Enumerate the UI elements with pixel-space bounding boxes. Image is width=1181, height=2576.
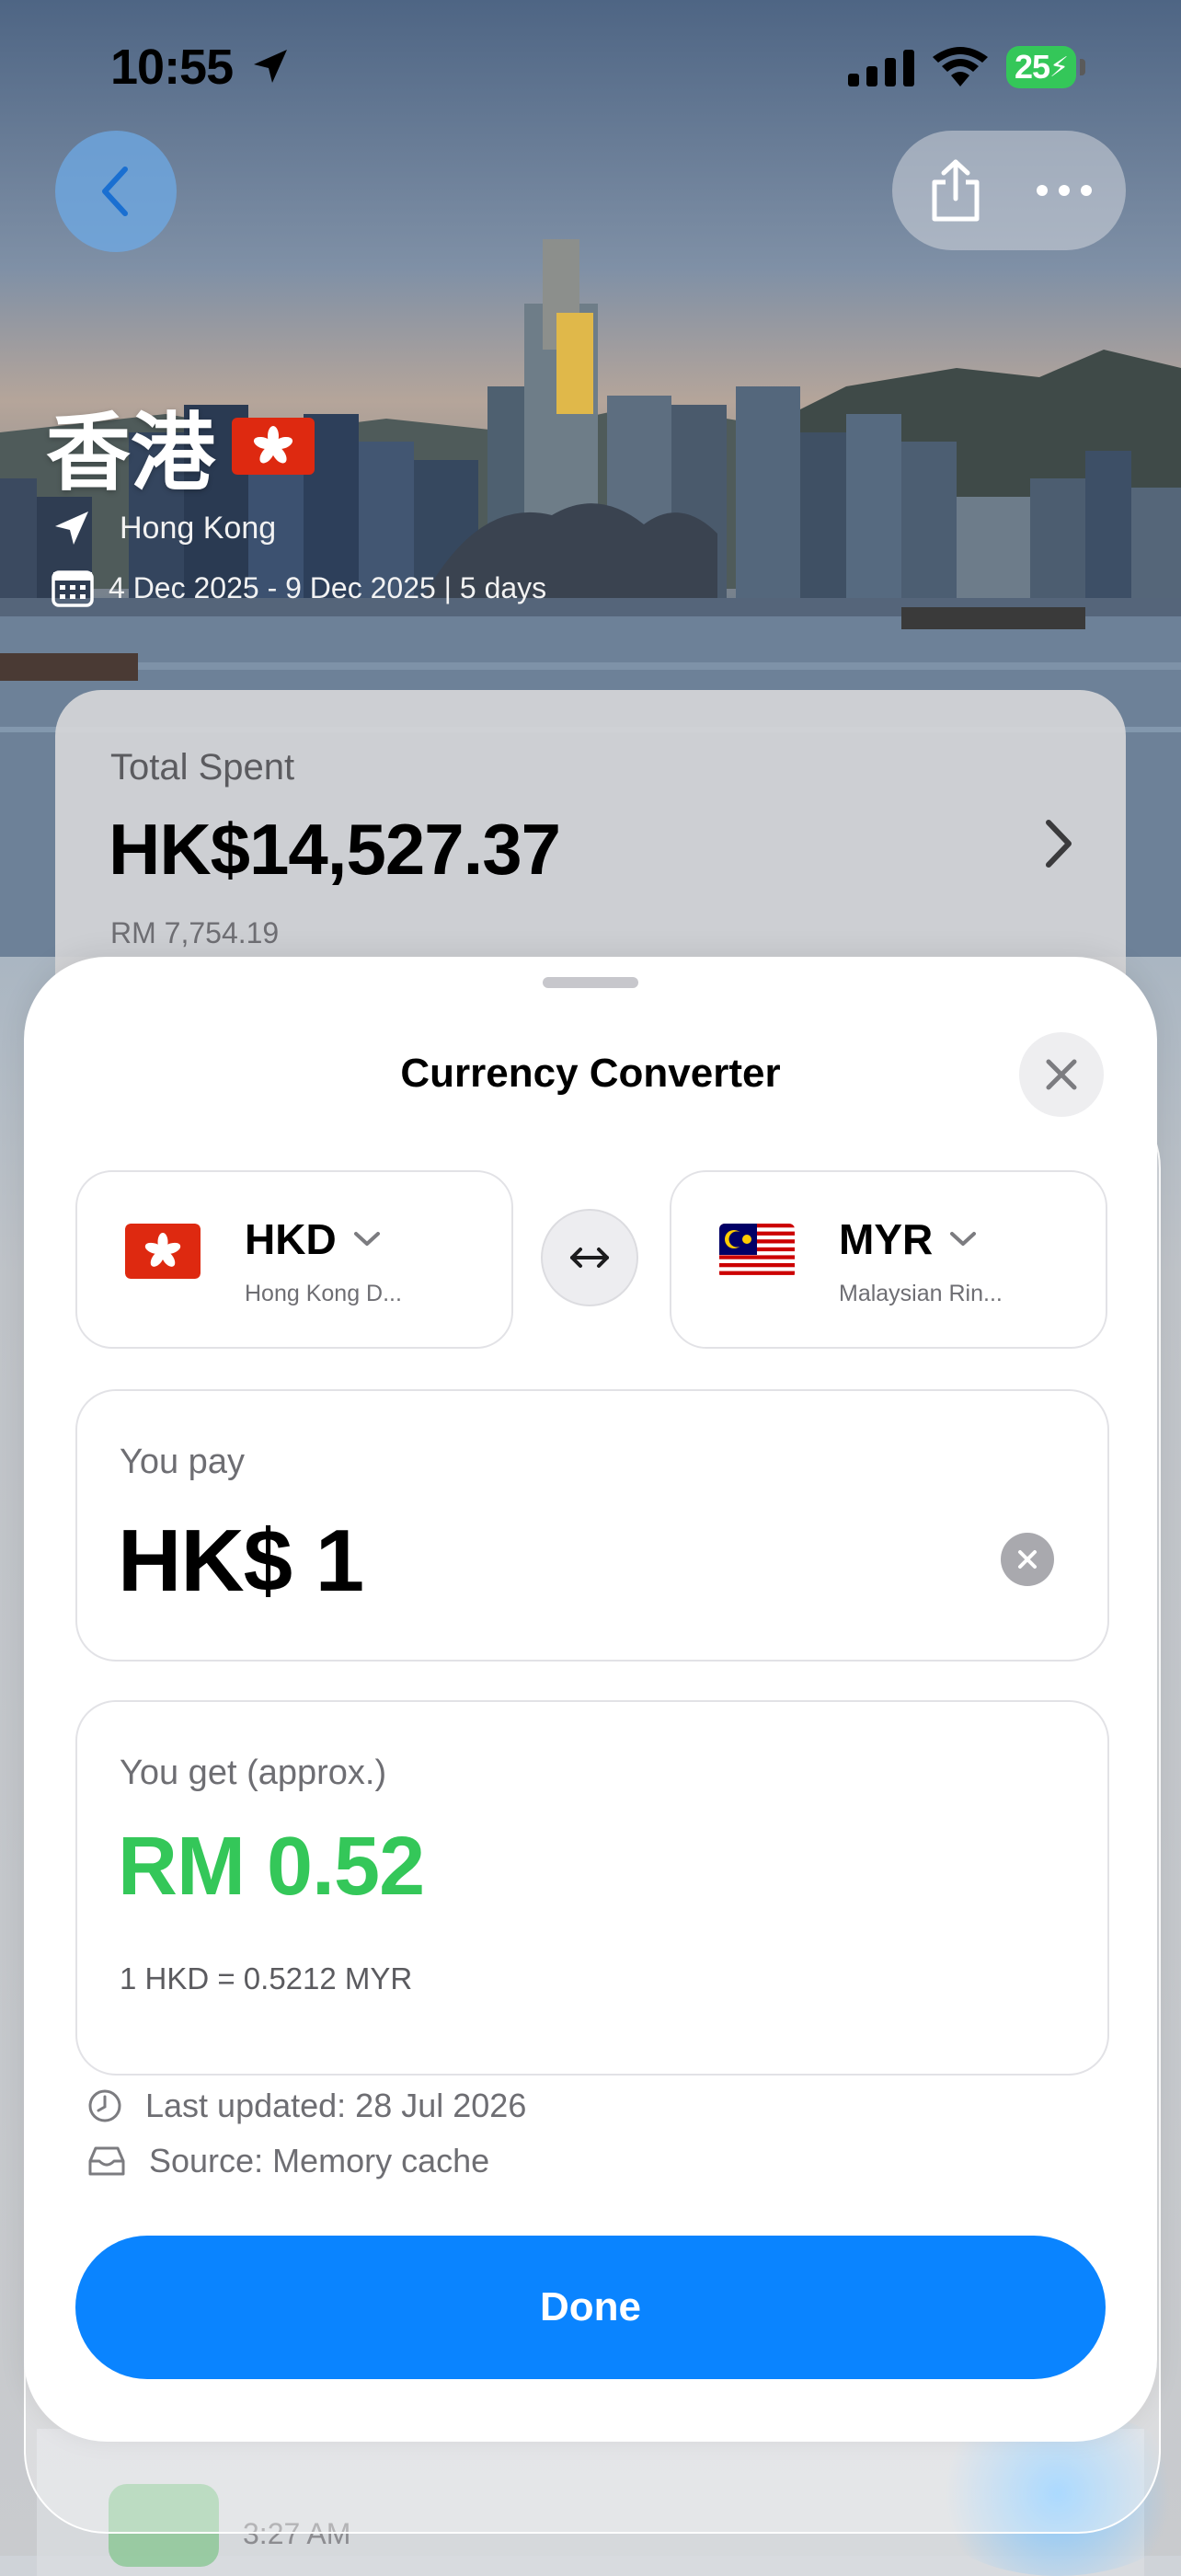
- trip-location: Hong Kong: [52, 508, 276, 548]
- more-horizontal-icon: [1037, 185, 1092, 196]
- to-currency-code: MYR: [839, 1214, 977, 1264]
- pay-amount-field[interactable]: You pay HK$ 1: [75, 1389, 1109, 1662]
- wifi-icon: [933, 47, 988, 86]
- trip-title: 香港: [46, 385, 315, 507]
- battery-cap: [1080, 59, 1085, 75]
- swap-currencies-button[interactable]: [541, 1209, 638, 1306]
- from-currency-code-text: HKD: [245, 1215, 337, 1263]
- to-currency-selector[interactable]: MYR Malaysian Rin...: [670, 1170, 1107, 1349]
- source-text: Source: Memory cache: [149, 2142, 490, 2179]
- clear-circle-icon: [1018, 1550, 1037, 1569]
- share-icon: [932, 159, 980, 222]
- chevron-down-icon: [353, 1232, 380, 1246]
- more-button[interactable]: [1030, 156, 1098, 224]
- back-button[interactable]: [55, 131, 177, 252]
- from-currency-name: Hong Kong D...: [245, 1281, 402, 1306]
- pay-label: You pay: [120, 1443, 245, 1481]
- sheet-grabber[interactable]: [543, 977, 638, 988]
- get-label: You get (approx.): [120, 1754, 387, 1792]
- trip-dates-text: 4 Dec 2025 - 9 Dec 2025 | 5 days: [109, 570, 547, 604]
- close-icon: [1046, 1059, 1077, 1090]
- trip-title-text: 香港: [46, 407, 216, 500]
- last-updated-text: Last updated: 28 Jul 2026: [145, 2087, 527, 2124]
- hong-kong-flag-icon: [232, 417, 315, 475]
- action-pill: [892, 131, 1126, 250]
- sheet-title: Currency Converter: [400, 1051, 781, 1096]
- status-time: 10:55: [110, 40, 234, 95]
- chevron-right-icon: [1046, 820, 1072, 868]
- total-spent-value: HK$14,527.37: [109, 809, 561, 890]
- hong-kong-flag-icon: [125, 1224, 201, 1279]
- location-arrow-icon: [55, 512, 88, 545]
- battery-level: 25: [1014, 48, 1050, 86]
- last-updated-row: Last updated: 28 Jul 2026: [86, 2087, 526, 2125]
- from-currency-code: HKD: [245, 1214, 381, 1264]
- clear-amount-button[interactable]: [1001, 1533, 1054, 1586]
- pay-amount-input[interactable]: HK$ 1: [118, 1511, 364, 1612]
- clock-icon: [88, 2089, 121, 2122]
- charging-bolt-icon: ⚡: [1049, 52, 1069, 83]
- trip-dates: 4 Dec 2025 - 9 Dec 2025 | 5 days: [52, 569, 546, 607]
- tray-icon: [88, 2146, 125, 2176]
- chevron-left-icon: [102, 167, 128, 216]
- calendar-icon: [52, 570, 94, 607]
- cellular-signal-icon: [848, 50, 914, 86]
- total-spent-label: Total Spent: [110, 747, 295, 788]
- to-currency-name: Malaysian Rin...: [839, 1281, 1003, 1306]
- malaysia-flag-icon: [719, 1224, 795, 1279]
- battery-indicator: 25 ⚡: [1006, 46, 1076, 88]
- from-currency-selector[interactable]: HKD Hong Kong D...: [75, 1170, 513, 1349]
- done-button[interactable]: Done: [75, 2236, 1106, 2379]
- swap-horizontal-icon: [570, 1248, 609, 1268]
- exchange-rate: 1 HKD = 0.5212 MYR: [120, 1961, 413, 1995]
- total-spent-converted: RM 7,754.19: [110, 916, 280, 949]
- share-button[interactable]: [922, 156, 990, 224]
- location-services-icon: [254, 50, 287, 83]
- currency-converter-sheet: Currency Converter HKD Hong Kong D... MY…: [24, 957, 1157, 2442]
- converted-amount: RM 0.52: [118, 1821, 425, 1913]
- trip-location-text: Hong Kong: [120, 510, 277, 546]
- to-currency-code-text: MYR: [839, 1215, 934, 1263]
- chevron-down-icon: [950, 1232, 977, 1246]
- close-button[interactable]: [1019, 1032, 1104, 1117]
- converted-amount-card: You get (approx.) RM 0.52 1 HKD = 0.5212…: [75, 1700, 1109, 2076]
- source-row: Source: Memory cache: [86, 2142, 489, 2180]
